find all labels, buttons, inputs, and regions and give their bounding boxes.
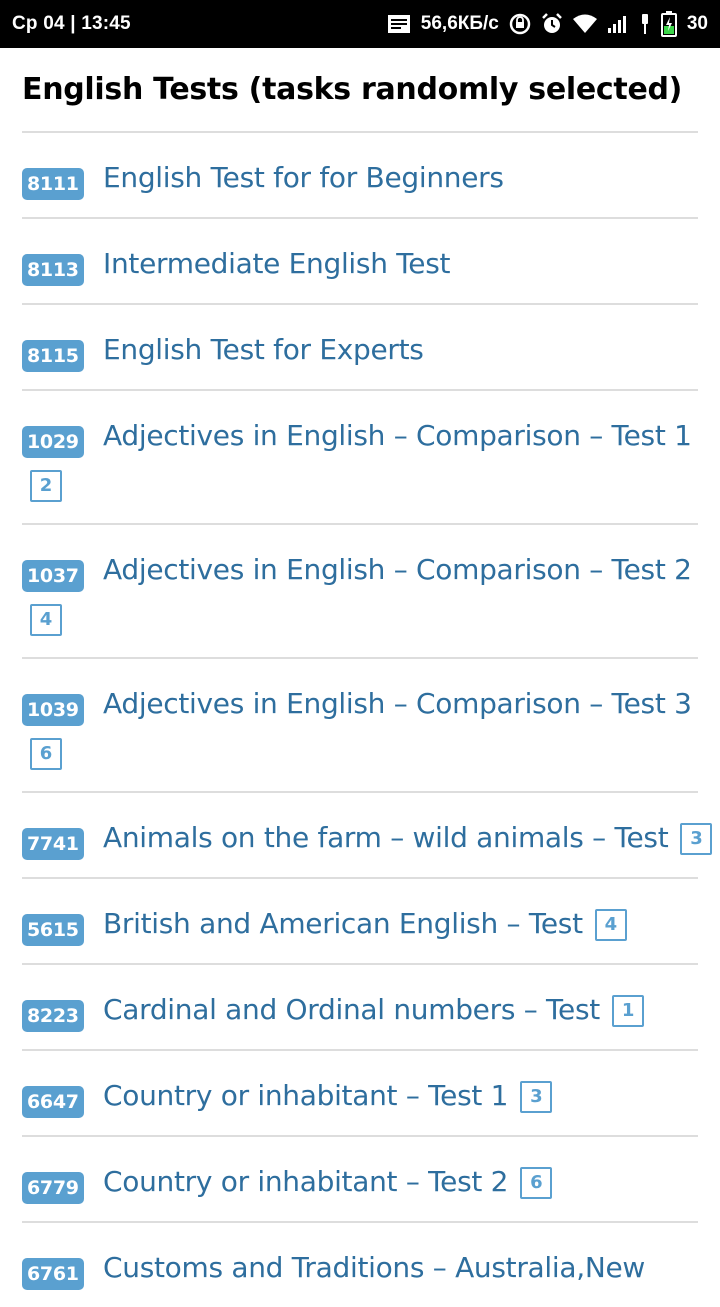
test-title-link[interactable]: Country or inhabitant – Test 1 3 — [103, 1079, 553, 1116]
test-id-badge: 8223 — [22, 1000, 84, 1032]
notification-icon — [387, 14, 411, 34]
test-title-link[interactable]: English Test for for Beginners — [103, 161, 504, 194]
test-row[interactable]: 8111 English Test for for Beginners — [22, 131, 698, 217]
test-title-text[interactable]: Adjectives in English – Comparison – Tes… — [103, 553, 692, 586]
test-title-link[interactable]: Animals on the farm – wild animals – Tes… — [103, 821, 713, 858]
task-count-badge: 3 — [520, 1081, 553, 1113]
status-time: Ср 04 | 13:45 — [12, 13, 131, 34]
test-title-text[interactable]: Intermediate English Test — [103, 247, 451, 280]
test-row[interactable]: 1039 6 Adjectives in English – Comparison … — [22, 657, 698, 791]
page-title: English Tests (tasks randomly selected) — [22, 72, 683, 107]
task-count-badge: 6 — [520, 1167, 553, 1199]
test-id-badge: 7741 — [22, 828, 84, 860]
test-title-text[interactable]: Country or inhabitant – Test 2 — [103, 1165, 508, 1198]
charging-icon — [639, 13, 651, 35]
test-row[interactable]: 1029 2 Adjectives in English – Comparison … — [22, 389, 698, 523]
battery-percent: 30 — [686, 13, 708, 34]
test-row[interactable]: 8113 Intermediate English Test — [22, 217, 698, 303]
test-row[interactable]: 6647 Country or inhabitant – Test 1 3 — [22, 1049, 698, 1135]
task-count-badge: 4 — [30, 604, 62, 636]
task-count-badge: 1 — [611, 995, 644, 1027]
signal-icon — [607, 14, 629, 34]
test-id-badge: 5615 — [22, 914, 84, 946]
test-title-text[interactable]: Country or inhabitant – Test 1 — [103, 1079, 508, 1112]
task-count-badge: 3 — [680, 823, 713, 855]
test-row[interactable]: 6779 Country or inhabitant – Test 2 6 — [22, 1135, 698, 1221]
test-id-badge: 8113 — [22, 254, 84, 286]
wifi-icon — [572, 14, 597, 34]
test-id-badge: 6779 — [22, 1172, 84, 1204]
test-title-link[interactable]: British and American English – Test 4 — [103, 907, 627, 944]
test-list: 8111 English Test for for Beginners 8113 In… — [22, 131, 713, 1307]
test-title-link[interactable]: Intermediate English Test — [103, 247, 451, 280]
test-id-badge: 6761 — [22, 1258, 84, 1290]
alarm-icon — [541, 13, 563, 35]
test-title-text[interactable]: English Test for for Beginners — [103, 161, 504, 194]
test-title-text[interactable]: English Test for Experts — [103, 333, 424, 366]
task-count-badge: 2 — [30, 470, 62, 502]
test-id-badge: 8111 — [22, 168, 84, 200]
test-id-badge: 6647 — [22, 1086, 84, 1118]
test-row[interactable]: 8223 Cardinal and Ordinal numbers – Test 1 — [22, 963, 698, 1049]
test-title-text[interactable]: Animals on the farm – wild animals – Tes… — [103, 821, 669, 854]
test-title-text[interactable]: Cardinal and Ordinal numbers – Test — [103, 993, 600, 1026]
test-title-link[interactable]: Adjectives in English – Comparison – Tes… — [103, 419, 692, 452]
test-id-badge: 1029 — [22, 426, 84, 458]
test-title-link[interactable]: Customs and Traditions – Australia,New — [103, 1251, 645, 1284]
test-id-badge: 1039 — [22, 694, 84, 726]
status-bar: Ср 04 | 13:45 56,6КБ/с 30 — [0, 0, 720, 48]
data-saver-icon — [509, 13, 531, 35]
test-row[interactable]: 8115 English Test for Experts — [22, 303, 698, 389]
task-count-badge: 4 — [594, 909, 627, 941]
test-title-link[interactable]: English Test for Experts — [103, 333, 424, 366]
test-title-text[interactable]: Adjectives in English – Comparison – Tes… — [103, 687, 692, 720]
status-icons: 56,6КБ/с 30 — [377, 0, 708, 48]
test-row[interactable]: 1037 4 Adjectives in English – Comparison … — [22, 523, 698, 657]
test-row[interactable]: 6761 Customs and Traditions – Australia,N… — [22, 1221, 698, 1307]
test-title-text[interactable]: British and American English – Test — [103, 907, 583, 940]
task-count-badge: 6 — [30, 738, 62, 770]
test-title-link[interactable]: Cardinal and Ordinal numbers – Test 1 — [103, 993, 644, 1030]
status-speed: 56,6КБ/с — [420, 13, 499, 34]
test-title-text[interactable]: Adjectives in English – Comparison – Tes… — [103, 419, 692, 452]
test-title-link[interactable]: Adjectives in English – Comparison – Tes… — [103, 687, 692, 720]
battery-icon — [660, 11, 677, 37]
test-title-text[interactable]: Customs and Traditions – Australia,New — [103, 1251, 645, 1284]
test-row[interactable]: 7741 Animals on the farm – wild animals –… — [22, 791, 713, 877]
test-id-badge: 8115 — [22, 340, 84, 372]
test-row[interactable]: 5615 British and American English – Test 4 — [22, 877, 698, 963]
test-id-badge: 1037 — [22, 560, 84, 592]
test-title-link[interactable]: Adjectives in English – Comparison – Tes… — [103, 553, 692, 586]
test-title-link[interactable]: Country or inhabitant – Test 2 6 — [103, 1165, 553, 1202]
